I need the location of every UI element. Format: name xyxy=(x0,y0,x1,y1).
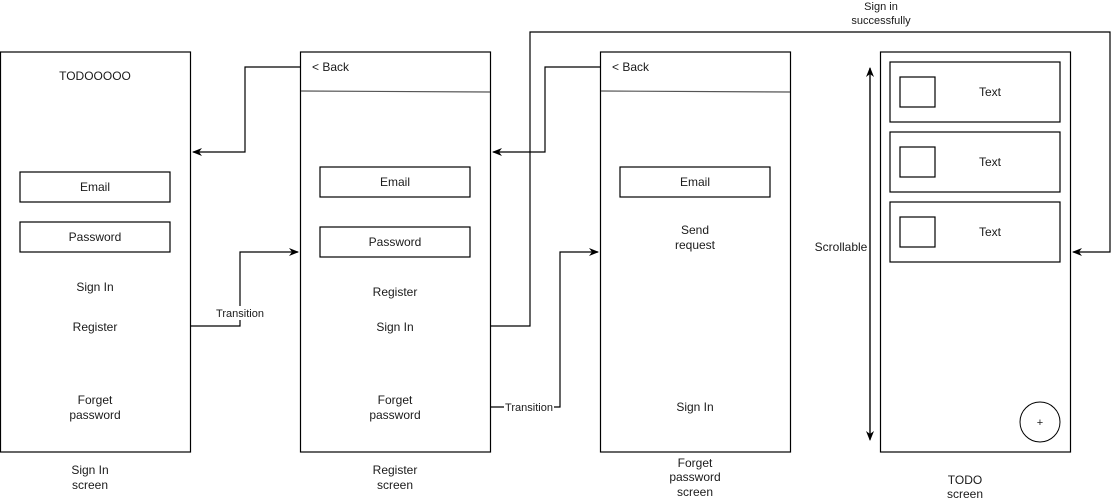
plus-icon: + xyxy=(1037,417,1043,429)
scrollable-label: Scrollable xyxy=(815,240,868,254)
connector-label-success-1: Sign in xyxy=(864,1,898,13)
register-button[interactable]: Register xyxy=(373,285,418,299)
caption-sign-in-1: Sign In xyxy=(71,463,108,477)
caption-forget-2: password xyxy=(669,470,720,484)
email-field-label: Email xyxy=(80,180,110,194)
send-request-button-1[interactable]: Send xyxy=(681,223,709,237)
forget-password-link-2[interactable]: password xyxy=(369,408,420,422)
connector-label-transition-1: Transition xyxy=(216,308,264,320)
flow-diagram: Transition Sign in successfully Transiti… xyxy=(0,1,1111,501)
connector-label-transition-2: Transition xyxy=(505,402,553,414)
todo-list-item[interactable]: Text xyxy=(889,201,1061,263)
password-field-label: Password xyxy=(369,235,422,249)
list-item-thumbnail xyxy=(899,216,936,248)
register-link[interactable]: Register xyxy=(73,320,118,334)
list-item-thumbnail xyxy=(899,146,936,178)
caption-sign-in-2: screen xyxy=(72,478,108,492)
connector-forget-back-to-register xyxy=(492,66,600,156)
sign-in-link[interactable]: Sign In xyxy=(676,400,713,414)
sign-in-button[interactable]: Sign In xyxy=(76,280,113,294)
caption-register-1: Register xyxy=(373,463,418,477)
caption-forget-3: screen xyxy=(677,485,713,499)
connector-register-back-to-signin xyxy=(192,66,300,156)
list-item-text: Text xyxy=(979,225,1002,239)
sign-in-link[interactable]: Sign In xyxy=(376,320,413,334)
todo-list-item[interactable]: Text xyxy=(889,131,1061,193)
forget-password-link-1[interactable]: Forget xyxy=(78,393,113,407)
caption-todo-1: TODO xyxy=(948,473,982,487)
email-field-label: Email xyxy=(380,175,410,189)
list-item-text: Text xyxy=(979,155,1002,169)
email-field-label: Email xyxy=(680,175,710,189)
screen-todo: Text Text Text + xyxy=(879,51,1072,453)
list-item-thumbnail xyxy=(899,76,936,108)
back-button[interactable]: < Back xyxy=(312,60,350,74)
forget-password-link-1[interactable]: Forget xyxy=(378,393,413,407)
caption-forget-1: Forget xyxy=(678,456,713,470)
todo-list-item[interactable]: Text xyxy=(889,61,1061,123)
list-item-text: Text xyxy=(979,85,1002,99)
back-button[interactable]: < Back xyxy=(612,60,650,74)
caption-todo-2: screen xyxy=(947,487,983,501)
app-title: TODOOOOO xyxy=(59,69,131,83)
send-request-button-2[interactable]: request xyxy=(675,238,716,252)
screen-sign-in: TODOOOOO Email Password Sign In Register… xyxy=(0,51,192,453)
screen-forget-password: < Back Email Send request Sign In xyxy=(599,51,792,453)
connector-label-success-2: successfully xyxy=(851,15,911,27)
caption-register-2: screen xyxy=(377,478,413,492)
screen-register: < Back Email Password Register Sign In F… xyxy=(299,51,492,453)
forget-password-link-2[interactable]: password xyxy=(69,408,120,422)
password-field-label: Password xyxy=(69,230,122,244)
screen-frame xyxy=(599,51,792,453)
